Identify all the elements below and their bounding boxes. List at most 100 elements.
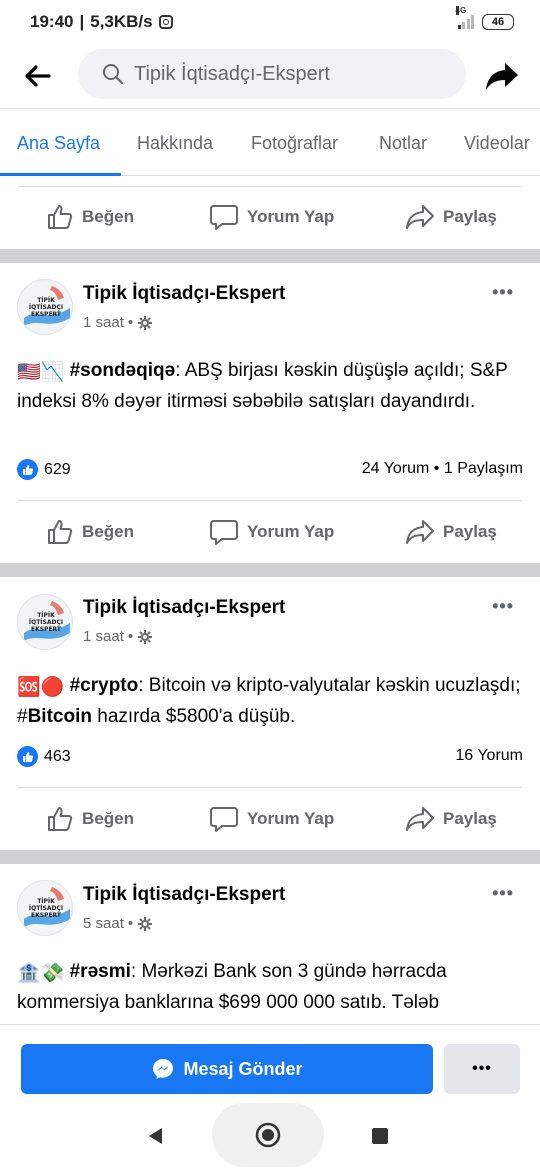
reaction-summary[interactable]: 629 xyxy=(17,459,71,480)
avatar-text: TİPİK İQTİSADÇI EKSPERT xyxy=(28,898,64,919)
post-meta: 1 saat • xyxy=(83,628,153,645)
tab-home[interactable]: Ana Sayfa xyxy=(17,133,100,154)
share-page-button[interactable] xyxy=(482,56,522,96)
post-body-end: hazırda $5800'a düşüb. xyxy=(91,706,296,727)
tab-videos[interactable]: Videolar xyxy=(464,133,530,154)
messenger-icon xyxy=(153,1059,174,1079)
share-button[interactable]: Paylaş xyxy=(405,518,497,546)
meta-dot: • xyxy=(127,628,134,645)
gear-icon xyxy=(138,315,153,330)
share-button[interactable]: Paylaş xyxy=(405,203,497,231)
comment-icon xyxy=(210,520,238,545)
like-reaction-icon xyxy=(17,746,38,767)
signal-icon: 4G xyxy=(455,6,474,29)
share-label: Paylaş xyxy=(443,809,497,828)
avatar[interactable]: TİPİK İQTİSADÇI EKSPERT xyxy=(17,279,73,335)
post-author[interactable]: Tipik İqtisadçı-Ekspert xyxy=(83,884,285,906)
like-count: 629 xyxy=(44,460,71,478)
back-button[interactable] xyxy=(20,58,56,94)
comment-button[interactable]: Yorum Yap xyxy=(209,518,334,546)
post-emoji: 🇺🇸📉 xyxy=(17,362,65,383)
gear-icon xyxy=(138,916,153,931)
search-text: Tipik İqtisadçı-Ekspert xyxy=(134,62,330,85)
post-emoji: 🏦💸 xyxy=(17,963,65,984)
thumbs-up-icon xyxy=(48,205,73,229)
avatar[interactable]: TİPİK İQTİSADÇI EKSPERT xyxy=(17,594,73,650)
more-options-button[interactable]: ••• xyxy=(444,1044,520,1094)
post-text: 🏦💸 #rəsmi: Mərkəzi Bank son 3 gündə hərr… xyxy=(17,957,527,1024)
post-options-button[interactable]: ••• xyxy=(492,596,514,617)
search-input[interactable]: Tipik İqtisadçı-Ekspert xyxy=(78,49,466,99)
comment-icon xyxy=(210,205,238,230)
tab-photos[interactable]: Fotoğraflar xyxy=(251,133,338,154)
post-hashtag[interactable]: #crypto xyxy=(70,675,139,696)
battery-icon: 46 xyxy=(482,14,514,30)
comment-button[interactable]: Yorum Yap xyxy=(209,203,334,231)
post-author[interactable]: Tipik İqtisadçı-Ekspert xyxy=(83,597,285,619)
like-button[interactable]: Beğen xyxy=(46,805,134,833)
post-hashtag[interactable]: #rəsmi xyxy=(70,961,131,982)
tab-notes[interactable]: Notlar xyxy=(379,133,427,154)
send-message-label: Mesaj Gönder xyxy=(183,1058,303,1079)
nav-home-icon xyxy=(255,1122,281,1148)
page-action-bar: Mesaj Gönder ••• xyxy=(0,1024,540,1106)
search-icon xyxy=(103,64,124,85)
like-count: 463 xyxy=(44,747,71,765)
status-right: 4G 46 xyxy=(455,6,514,30)
nav-home-button[interactable] xyxy=(212,1103,324,1167)
comment-label: Yorum Yap xyxy=(247,522,335,541)
like-button[interactable]: Beğen xyxy=(46,203,134,231)
post-time: 5 saat xyxy=(83,915,124,932)
post-options-button[interactable]: ••• xyxy=(492,883,514,904)
send-message-button[interactable]: Mesaj Gönder xyxy=(21,1044,433,1094)
avatar-text: TİPİK İQTİSADÇI EKSPERT xyxy=(28,297,64,318)
like-reaction-icon xyxy=(17,459,38,480)
top-bar: Tipik İqtisadçı-Ekspert xyxy=(0,44,540,106)
arrow-left-icon xyxy=(25,65,51,87)
comment-share-counts[interactable]: 24 Yorum • 1 Paylaşım xyxy=(362,460,523,478)
status-bar: 19:40 | 5,3KB/s 4G 46 xyxy=(0,0,540,44)
comment-button[interactable]: Yorum Yap xyxy=(209,805,334,833)
post-time: 1 saat xyxy=(83,628,124,645)
section-divider xyxy=(0,249,540,263)
nav-back-icon[interactable] xyxy=(146,1126,164,1146)
share-button[interactable]: Paylaş xyxy=(405,805,497,833)
network-type: 4G xyxy=(455,6,467,15)
comment-label: Yorum Yap xyxy=(247,207,335,226)
post-bold-word: Bitcoin xyxy=(27,706,92,727)
like-label: Beğen xyxy=(82,522,134,541)
avatar[interactable]: TİPİK İQTİSADÇI EKSPERT xyxy=(17,880,73,936)
post-emoji: 🆘🔴 xyxy=(17,677,65,698)
share-arrow-icon xyxy=(486,63,518,90)
share-label: Paylaş xyxy=(443,522,497,541)
post-text: 🆘🔴 #crypto: Bitcoin və kripto-valyutalar… xyxy=(17,671,527,731)
like-label: Beğen xyxy=(82,207,134,226)
like-button[interactable]: Beğen xyxy=(46,518,134,546)
comment-icon xyxy=(210,807,238,832)
instagram-icon xyxy=(158,15,173,29)
post-hashtag[interactable]: #sondəqiqə xyxy=(70,360,176,381)
status-left: 19:40 | 5,3KB/s xyxy=(30,12,173,32)
nav-recents-icon[interactable] xyxy=(372,1128,388,1144)
post-actions: Beğen Yorum Yap Paylaş xyxy=(0,789,540,849)
reaction-summary[interactable]: 463 xyxy=(17,746,71,767)
tab-about[interactable]: Hakkında xyxy=(137,133,213,154)
post-text: 🇺🇸📉 #sondəqiqə: ABŞ birjası kəskin düşüş… xyxy=(17,356,527,416)
gear-icon xyxy=(138,629,153,644)
like-label: Beğen xyxy=(82,809,134,828)
post-options-button[interactable]: ••• xyxy=(492,282,514,303)
thumbs-up-icon xyxy=(48,807,73,831)
comment-counts[interactable]: 16 Yorum xyxy=(455,747,523,765)
share-icon xyxy=(406,205,434,229)
section-divider xyxy=(0,850,540,864)
post-meta: 5 saat • xyxy=(83,915,153,932)
post-time: 1 saat xyxy=(83,314,124,331)
page-tabs: Ana Sayfa Hakkında Fotoğraflar Notlar Vi… xyxy=(0,108,540,176)
battery-level: 46 xyxy=(491,16,505,28)
comment-label: Yorum Yap xyxy=(247,809,335,828)
post-author[interactable]: Tipik İqtisadçı-Ekspert xyxy=(83,283,285,305)
post-actions: Beğen Yorum Yap Paylaş xyxy=(0,502,540,562)
divider xyxy=(18,500,522,501)
active-tab-indicator xyxy=(0,173,121,176)
post-actions: Beğen Yorum Yap Paylaş xyxy=(0,187,540,247)
